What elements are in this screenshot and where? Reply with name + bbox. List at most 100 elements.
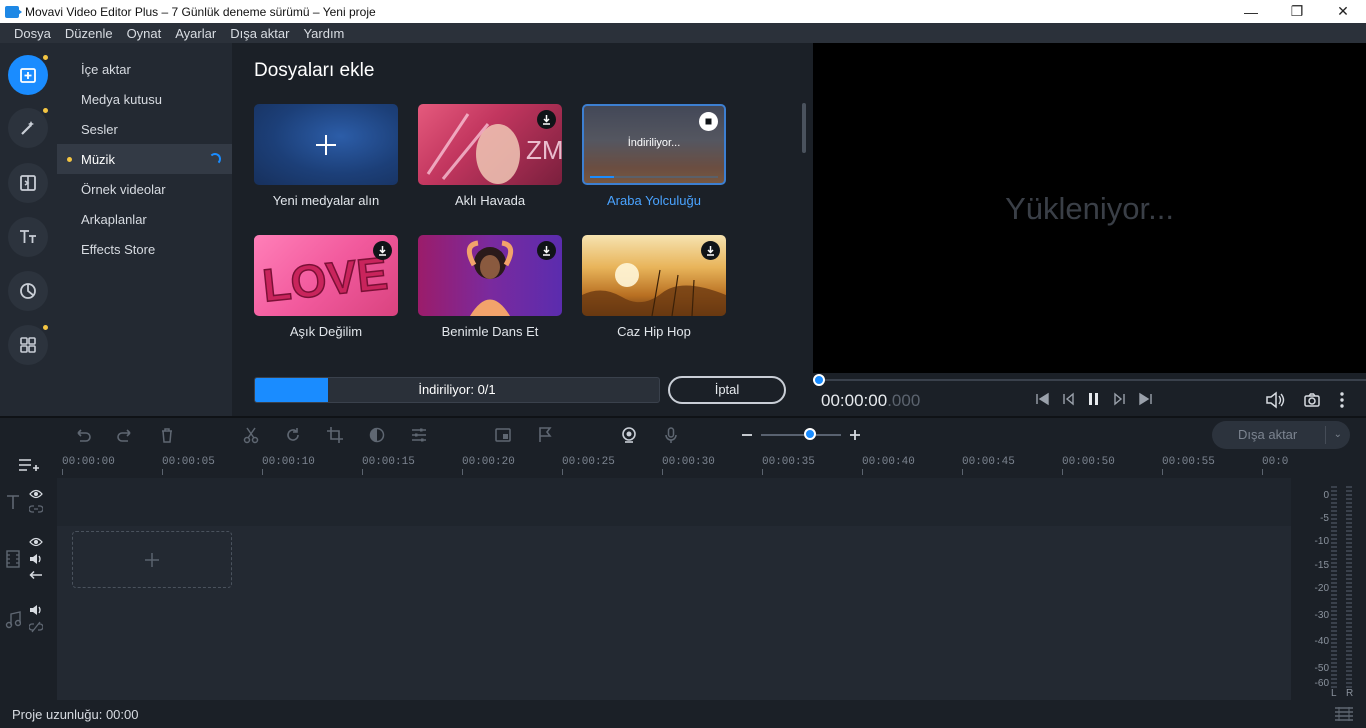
skip-to-start-icon[interactable] bbox=[1033, 391, 1051, 407]
download-icon bbox=[707, 246, 714, 256]
import-icon bbox=[20, 68, 36, 83]
snapshot-camera-icon[interactable] bbox=[1303, 391, 1321, 409]
zoom-slider-track[interactable] bbox=[761, 434, 841, 436]
microphone-icon bbox=[665, 427, 677, 443]
import-tool-button[interactable] bbox=[8, 55, 48, 95]
ruler-tick-label: 00:00:15 bbox=[362, 456, 415, 475]
download-button[interactable] bbox=[537, 110, 556, 129]
color-adjust-button[interactable] bbox=[368, 426, 386, 444]
pause-icon[interactable] bbox=[1085, 391, 1103, 407]
category-effects-store[interactable]: Effects Store bbox=[57, 234, 232, 264]
category-sounds[interactable]: Sesler bbox=[57, 114, 232, 144]
undo-button[interactable] bbox=[74, 426, 92, 444]
menu-file[interactable]: Dosya bbox=[14, 26, 51, 41]
download-button[interactable] bbox=[701, 241, 720, 260]
export-button[interactable]: Dışa aktar ⌄ bbox=[1212, 421, 1350, 449]
stickers-tool-button[interactable] bbox=[8, 271, 48, 311]
stop-download-button[interactable] bbox=[699, 112, 718, 131]
delete-button[interactable] bbox=[158, 426, 176, 444]
cancel-button[interactable]: İptal bbox=[668, 376, 786, 404]
transitions-tool-button[interactable] bbox=[8, 163, 48, 203]
timecode: 00:00:00.000 bbox=[821, 391, 921, 410]
tile-benimle-dans-et[interactable]: Benimle Dans Et bbox=[418, 235, 562, 339]
speaker-icon[interactable] bbox=[29, 553, 43, 565]
project-length: Proje uzunluğu: 00:00 bbox=[12, 707, 139, 722]
loading-text: Yükleniyor... bbox=[1005, 191, 1174, 226]
transitions-icon bbox=[20, 175, 36, 191]
close-button[interactable]: ✕ bbox=[1320, 0, 1366, 23]
download-button[interactable] bbox=[537, 241, 556, 260]
previous-frame-icon[interactable] bbox=[1059, 391, 1077, 407]
seek-bar[interactable] bbox=[819, 379, 1366, 381]
category-music[interactable]: Müzik bbox=[57, 144, 232, 174]
effects-tool-button[interactable] bbox=[8, 108, 48, 148]
menu-play[interactable]: Oynat bbox=[127, 26, 162, 41]
audio-track[interactable] bbox=[57, 593, 1291, 700]
menu-help[interactable]: Yardım bbox=[303, 26, 344, 41]
meter-scale-label: -50 bbox=[1314, 663, 1329, 674]
titles-icon bbox=[20, 230, 36, 243]
add-track-icon[interactable] bbox=[18, 457, 40, 473]
tile-akli-havada[interactable]: ZM Aklı Havada bbox=[418, 104, 562, 208]
eye-icon[interactable] bbox=[29, 489, 43, 499]
title-track[interactable] bbox=[57, 478, 1291, 526]
webcam-record-button[interactable] bbox=[620, 426, 638, 444]
minimize-button[interactable]: — bbox=[1228, 0, 1274, 23]
clip-properties-button[interactable] bbox=[410, 426, 428, 444]
volume-icon[interactable] bbox=[1265, 391, 1285, 409]
category-import[interactable]: İçe aktar bbox=[57, 54, 232, 84]
video-track[interactable] bbox=[57, 526, 1291, 593]
category-sample-videos[interactable]: Örnek videolar bbox=[57, 174, 232, 204]
titles-tool-button[interactable] bbox=[8, 217, 48, 257]
link-icon[interactable] bbox=[29, 504, 43, 514]
preview-player: Yükleniyor... bbox=[813, 43, 1366, 373]
minus-icon bbox=[742, 434, 752, 436]
redo-button[interactable] bbox=[116, 426, 134, 444]
timeline-ruler[interactable]: 00:00:00 00:00:05 00:00:10 00:00:15 00:00:20… bbox=[57, 452, 1291, 478]
ruler-tick-label: 00:00:55 bbox=[1162, 456, 1215, 475]
title-track-header bbox=[0, 478, 57, 526]
next-frame-icon[interactable] bbox=[1111, 391, 1129, 407]
more-options-icon[interactable] bbox=[1339, 391, 1345, 409]
split-button[interactable] bbox=[242, 426, 260, 444]
unlink-icon[interactable] bbox=[29, 621, 43, 633]
tile-caz-hip-hop[interactable]: Caz Hip Hop bbox=[582, 235, 726, 339]
tool-rail bbox=[0, 43, 57, 416]
more-tools-button[interactable] bbox=[8, 325, 48, 365]
menu-settings[interactable]: Ayarlar bbox=[175, 26, 216, 41]
content-scrollbar[interactable] bbox=[802, 103, 806, 153]
pip-button[interactable] bbox=[494, 426, 512, 444]
chevron-down-icon[interactable]: ⌄ bbox=[1334, 421, 1342, 449]
ruler-tick-label: 00:00:45 bbox=[962, 456, 1015, 475]
category-media-bin[interactable]: Medya kutusu bbox=[57, 84, 232, 114]
crop-icon bbox=[327, 427, 343, 443]
crop-button[interactable] bbox=[326, 426, 344, 444]
window-title: Movavi Video Editor Plus – 7 Günlük dene… bbox=[25, 4, 376, 19]
download-progress-text: İndiriliyor: 0/1 bbox=[418, 382, 496, 397]
arrow-left-icon[interactable] bbox=[29, 570, 43, 580]
meter-label-left: L bbox=[1331, 688, 1337, 699]
seek-handle[interactable] bbox=[813, 374, 825, 386]
voice-record-button[interactable] bbox=[662, 426, 680, 444]
track-settings-icon[interactable] bbox=[1334, 706, 1354, 722]
zoom-slider-handle[interactable] bbox=[804, 428, 816, 440]
rotate-icon bbox=[287, 428, 299, 441]
zoom-out-button[interactable] bbox=[738, 426, 756, 444]
category-backgrounds[interactable]: Arkaplanlar bbox=[57, 204, 232, 234]
media-drop-zone[interactable] bbox=[72, 531, 232, 588]
restore-button[interactable]: ❐ bbox=[1274, 0, 1320, 23]
rotate-button[interactable] bbox=[284, 426, 302, 444]
tile-asik-degilim[interactable]: LOVE Aşık Değilim bbox=[254, 235, 398, 339]
speaker-icon[interactable] bbox=[29, 604, 43, 616]
tile-get-new-media[interactable]: Yeni medyalar alın bbox=[254, 104, 398, 208]
trash-icon bbox=[162, 428, 172, 443]
zoom-in-button[interactable] bbox=[846, 426, 864, 444]
menu-export[interactable]: Dışa aktar bbox=[230, 26, 289, 41]
tile-araba-yolculugu[interactable]: İndiriliyor... Araba Yolculuğu bbox=[582, 104, 726, 208]
marker-button[interactable] bbox=[536, 426, 554, 444]
ruler-tick-label: 00:0 bbox=[1262, 456, 1289, 475]
skip-to-end-icon[interactable] bbox=[1137, 391, 1155, 407]
menu-edit[interactable]: Düzenle bbox=[65, 26, 113, 41]
eye-icon[interactable] bbox=[29, 537, 43, 547]
download-button[interactable] bbox=[373, 241, 392, 260]
